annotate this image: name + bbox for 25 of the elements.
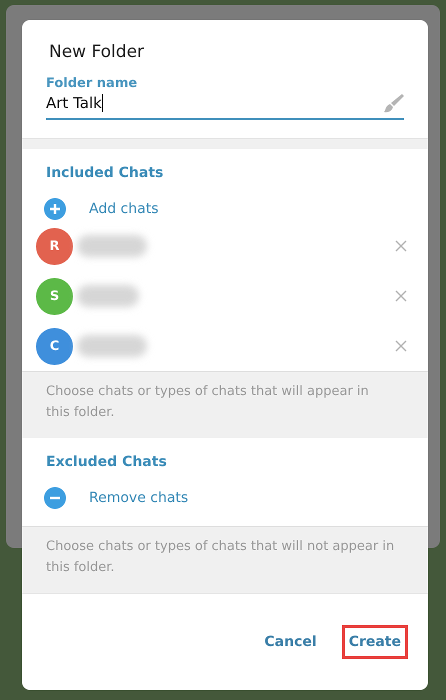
dialog-title: New Folder: [49, 42, 146, 62]
folder-name-field[interactable]: Folder name Art Talk: [46, 76, 404, 120]
hint-text: Choose chats or types of chats that will appear in this folder.: [46, 383, 370, 422]
brush-icon: [382, 92, 404, 114]
remove-chats-button[interactable]: Remove chats: [44, 486, 192, 510]
avatar: S: [36, 278, 73, 314]
minus-icon: [44, 487, 66, 509]
section-heading: Included Chats: [46, 165, 164, 181]
create-button[interactable]: Create: [342, 625, 408, 659]
close-icon: [395, 340, 407, 352]
add-chats-button[interactable]: Add chats: [44, 197, 162, 221]
close-button[interactable]: [394, 289, 408, 303]
avatar: R: [36, 228, 73, 264]
close-icon: [395, 290, 407, 302]
redacted-name: [77, 285, 139, 307]
avatar: C: [36, 328, 73, 364]
section-heading: Excluded Chats: [46, 454, 168, 470]
redacted-name: [77, 335, 147, 357]
close-button[interactable]: [394, 239, 408, 253]
redacted-name: [77, 235, 147, 257]
close-icon: [395, 240, 407, 252]
hint-text: Choose chats or types of chats that will not appear in this folder.: [46, 538, 396, 577]
close-button[interactable]: [394, 339, 408, 353]
plus-icon: [44, 198, 66, 220]
cancel-button[interactable]: Cancel: [257, 625, 324, 659]
